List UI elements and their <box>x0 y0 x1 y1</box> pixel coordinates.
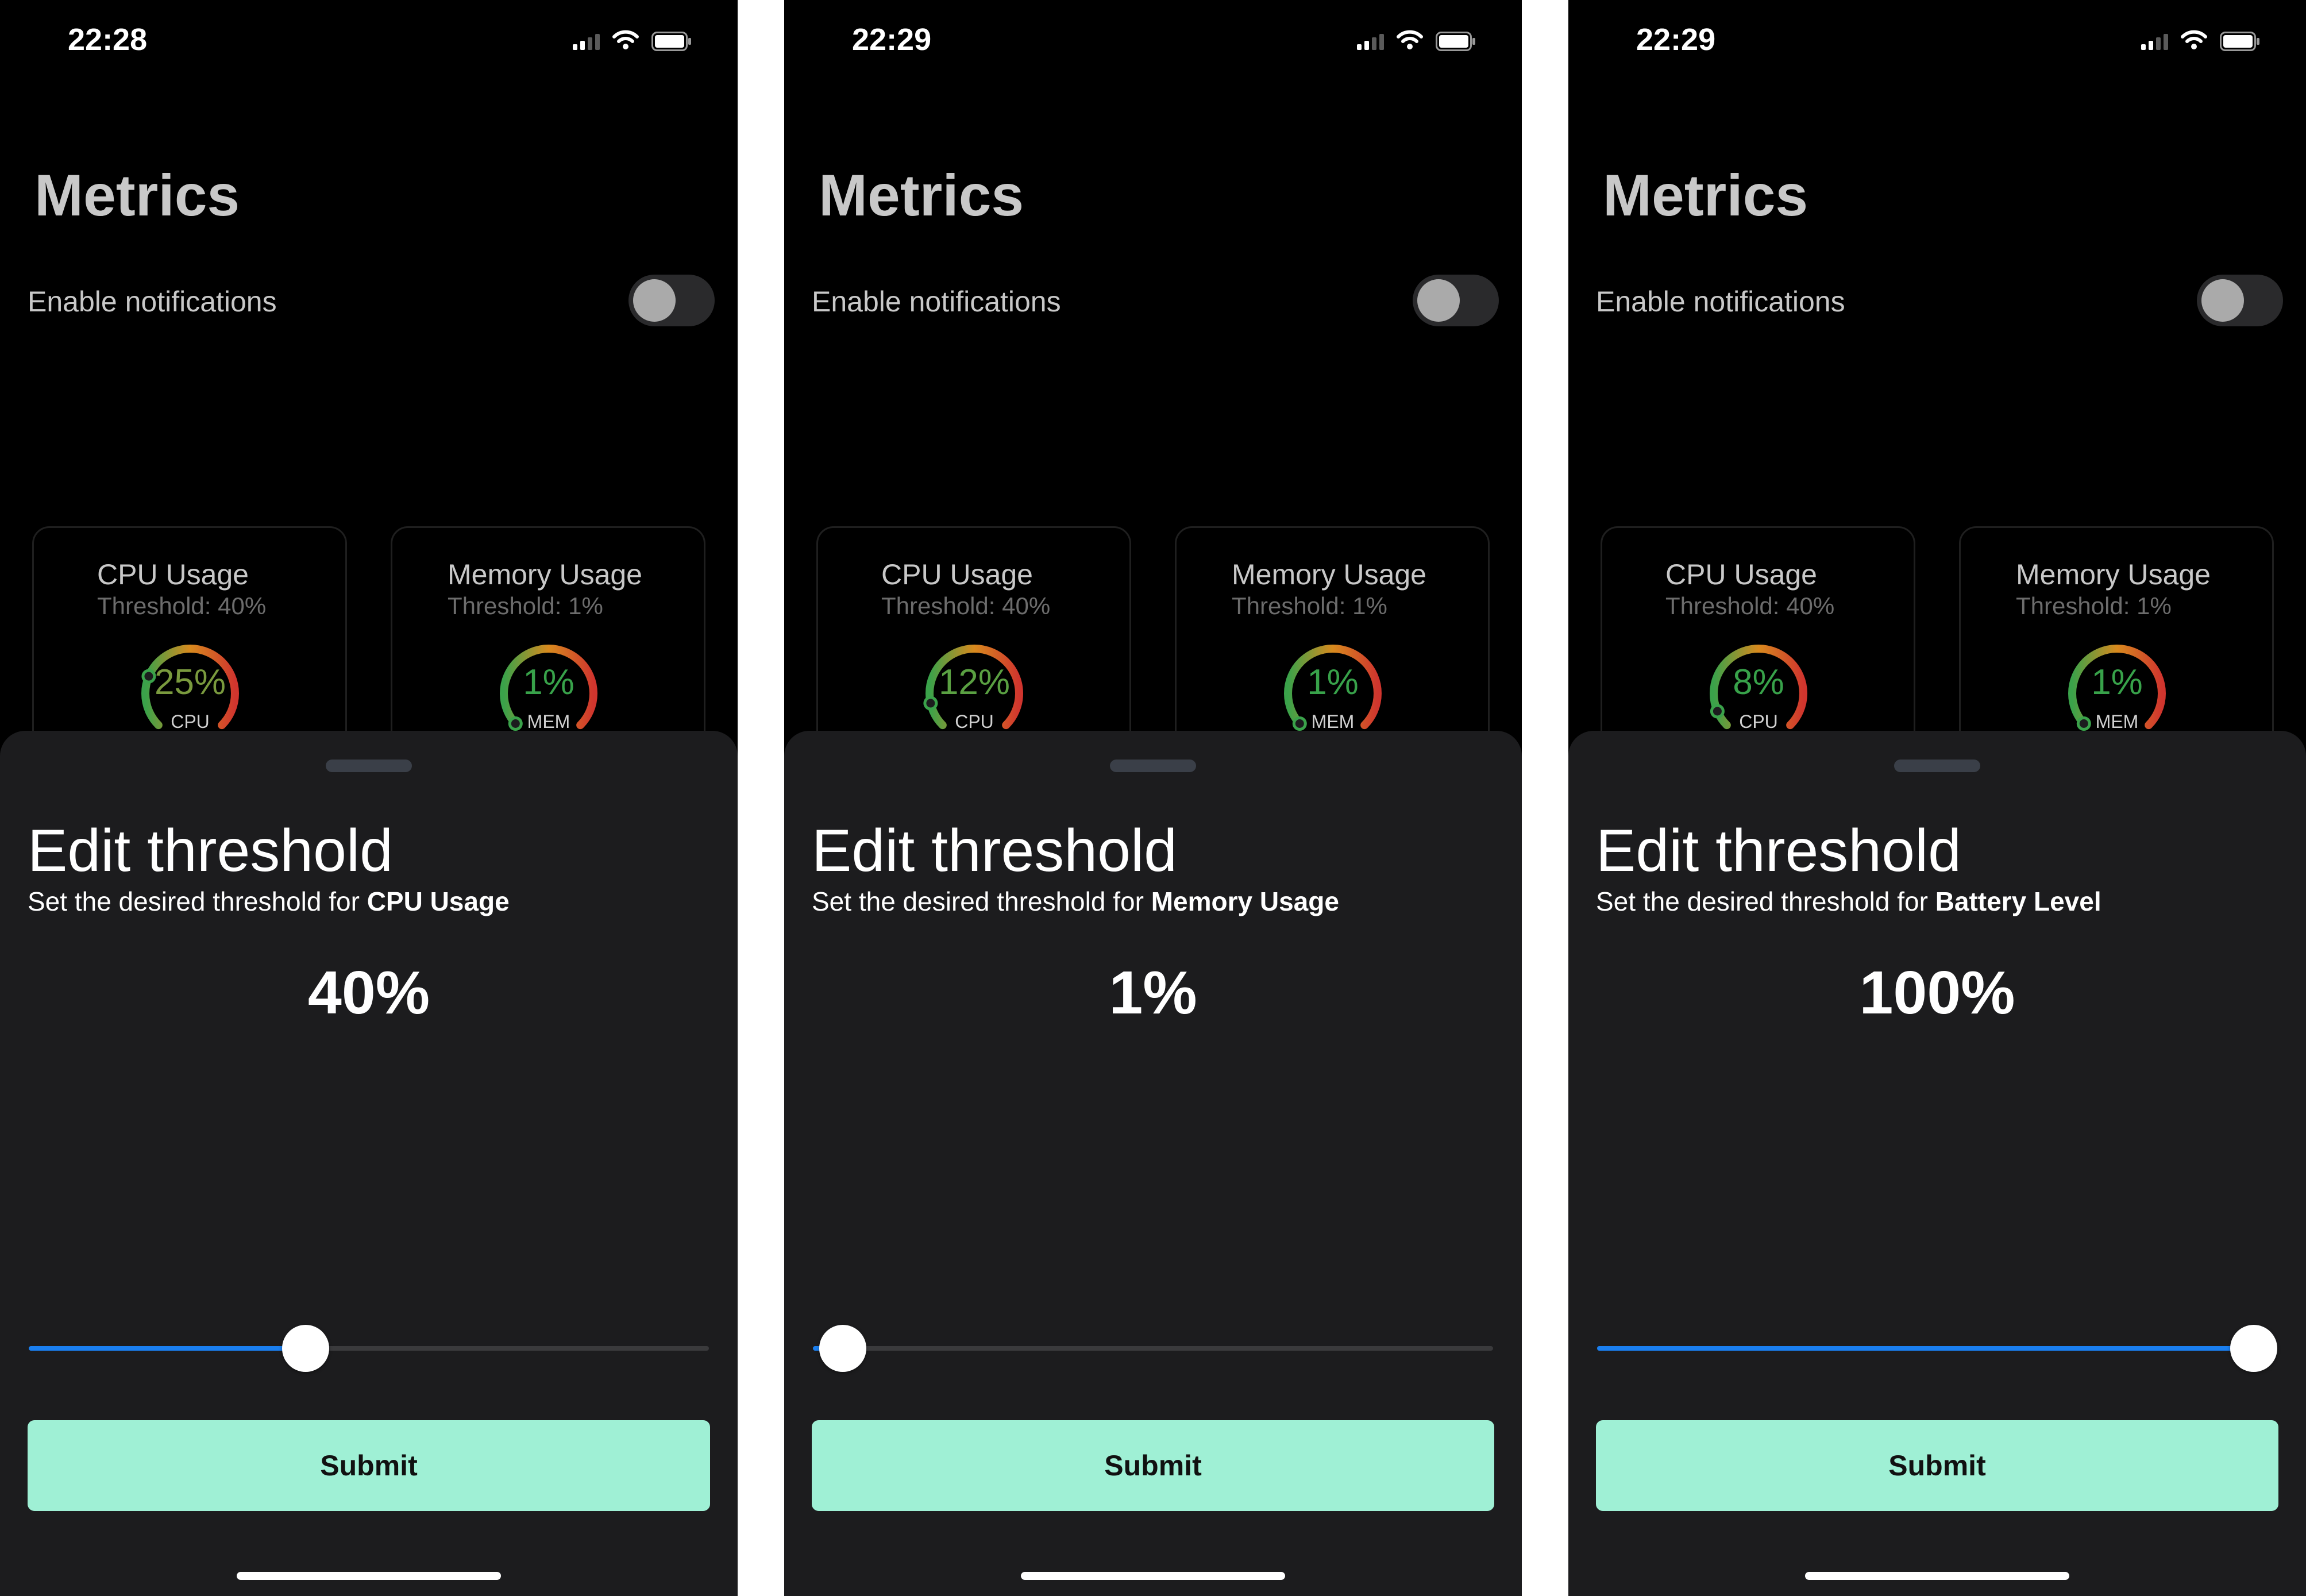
gauge-label: MEM <box>2095 711 2139 732</box>
gauge-label: MEM <box>527 711 570 732</box>
notifications-label: Enable notifications <box>28 286 277 318</box>
page-title: Metrics <box>819 163 1024 228</box>
card-threshold: Threshold: 40% <box>97 592 267 619</box>
gauge-value: 1% <box>523 662 574 702</box>
wifi-icon <box>1397 30 1423 52</box>
sheet-grabber[interactable] <box>326 760 412 772</box>
slider-thumb[interactable] <box>281 1325 329 1372</box>
sheet-grabber[interactable] <box>1110 760 1196 772</box>
submit-button[interactable]: Submit <box>28 1420 710 1511</box>
metric-name: Memory Usage <box>1151 886 1339 916</box>
notifications-toggle[interactable] <box>1413 275 1499 326</box>
submit-button[interactable]: Submit <box>1596 1420 2278 1511</box>
status-time: 22:28 <box>68 22 148 57</box>
slider-thumb[interactable] <box>819 1325 867 1372</box>
gauge-label: CPU <box>1739 711 1778 732</box>
edit-threshold-sheet: Edit threshold Set the desired threshold… <box>1568 731 2306 1596</box>
threshold-value: 100% <box>1859 959 2015 1027</box>
card-threshold: Threshold: 1% <box>1232 592 1387 619</box>
metric-name: Battery Level <box>1935 886 2101 916</box>
notifications-toggle[interactable] <box>628 275 715 326</box>
battery-icon <box>651 31 692 51</box>
gauge-label: CPU <box>955 711 994 732</box>
toggle-knob <box>633 279 676 322</box>
threshold-slider[interactable] <box>813 1323 1493 1374</box>
notifications-label: Enable notifications <box>1596 286 1845 318</box>
gauge-value: 25% <box>154 662 226 702</box>
card-threshold: Threshold: 1% <box>448 592 603 619</box>
notifications-label: Enable notifications <box>812 286 1061 318</box>
status-time: 22:29 <box>852 22 932 57</box>
status-icons <box>1357 30 1476 52</box>
threshold-value: 1% <box>1109 959 1197 1027</box>
edit-threshold-sheet: Edit threshold Set the desired threshold… <box>784 731 1522 1596</box>
sheet-subtitle: Set the desired threshold for Memory Usa… <box>812 886 1339 917</box>
threshold-slider[interactable] <box>29 1323 709 1374</box>
sheet-subtitle: Set the desired threshold for CPU Usage <box>28 886 510 917</box>
edit-threshold-sheet: Edit threshold Set the desired threshold… <box>0 731 738 1596</box>
slider-thumb[interactable] <box>2230 1325 2277 1372</box>
card-threshold: Threshold: 40% <box>1665 592 1835 619</box>
gauge-value: 1% <box>1307 662 1359 702</box>
cellular-signal-icon <box>1357 33 1384 50</box>
home-indicator <box>237 1572 501 1580</box>
gauge-value: 8% <box>1733 662 1784 702</box>
gauge-label: CPU <box>171 711 210 732</box>
card-title: Memory Usage <box>448 558 642 591</box>
card-threshold: Threshold: 40% <box>881 592 1051 619</box>
slider-fill <box>29 1346 306 1351</box>
sheet-grabber[interactable] <box>1894 760 1980 772</box>
card-title: Memory Usage <box>1232 558 1426 591</box>
sheet-subtitle: Set the desired threshold for Battery Le… <box>1596 886 2101 917</box>
cellular-signal-icon <box>573 33 600 50</box>
gauge-label: MEM <box>1311 711 1355 732</box>
home-indicator <box>1021 1572 1285 1580</box>
subtitle-prefix: Set the desired threshold for <box>812 886 1151 916</box>
status-icons <box>2141 30 2260 52</box>
card-title: CPU Usage <box>97 558 249 591</box>
card-title: CPU Usage <box>1665 558 1817 591</box>
phone-screen-2: 22:29 Metrics Enable notifications CPU U… <box>784 0 1522 1596</box>
phone-screen-1: 22:28 Metrics Enable notifications CPU U… <box>0 0 738 1596</box>
threshold-slider[interactable] <box>1597 1323 2277 1374</box>
cellular-signal-icon <box>2141 33 2168 50</box>
phone-screen-3: 22:29 Metrics Enable notifications CPU U… <box>1568 0 2306 1596</box>
page-title: Metrics <box>1603 163 1808 228</box>
battery-icon <box>2220 31 2260 51</box>
gauge-value: 1% <box>2091 662 2143 702</box>
card-threshold: Threshold: 1% <box>2016 592 2172 619</box>
toggle-knob <box>2201 279 2244 322</box>
card-title: CPU Usage <box>881 558 1033 591</box>
slider-track[interactable] <box>813 1346 1493 1351</box>
metric-name: CPU Usage <box>367 886 510 916</box>
threshold-value: 40% <box>307 959 430 1027</box>
card-title: Memory Usage <box>2016 558 2211 591</box>
status-time: 22:29 <box>1636 22 1716 57</box>
page-title: Metrics <box>34 163 240 228</box>
battery-icon <box>1436 31 1476 51</box>
sheet-title: Edit threshold <box>28 818 393 884</box>
toggle-knob <box>1417 279 1460 322</box>
sheet-title: Edit threshold <box>1596 818 1961 884</box>
subtitle-prefix: Set the desired threshold for <box>1596 886 1935 916</box>
sheet-title: Edit threshold <box>812 818 1177 884</box>
slider-fill <box>1597 1346 2254 1351</box>
submit-button[interactable]: Submit <box>812 1420 1494 1511</box>
wifi-icon <box>612 30 639 52</box>
status-icons <box>573 30 692 52</box>
wifi-icon <box>2181 30 2207 52</box>
subtitle-prefix: Set the desired threshold for <box>28 886 367 916</box>
gauge-value: 12% <box>938 662 1011 702</box>
notifications-toggle[interactable] <box>2197 275 2283 326</box>
home-indicator <box>1805 1572 2069 1580</box>
